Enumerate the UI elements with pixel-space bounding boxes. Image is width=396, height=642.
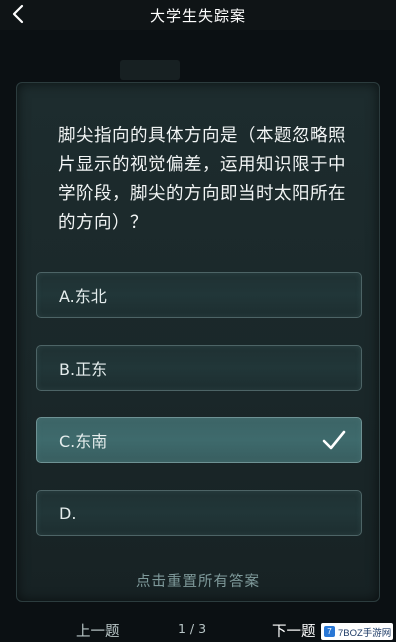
next-question-button[interactable]: 下一题 <box>272 620 316 641</box>
option-label: C.东南 <box>59 432 108 451</box>
prev-question-button[interactable]: 上一题 <box>76 620 120 641</box>
option-d[interactable]: D. <box>36 490 362 536</box>
question-text: 脚尖指向的具体方向是（本题忽略照片显示的视觉偏差，运用知识限于中学阶段，脚尖的方… <box>58 126 346 233</box>
watermark-text: 7BOZ手游网 <box>338 627 392 639</box>
back-button[interactable] <box>6 2 30 26</box>
option-b[interactable]: B.正东 <box>36 345 362 391</box>
page-indicator: 1 / 3 <box>178 621 207 636</box>
reset-answers-button[interactable]: 点击重置所有答案 <box>0 570 396 591</box>
option-label: A.东北 <box>59 287 107 306</box>
chevron-left-icon <box>12 4 24 24</box>
option-a[interactable]: A.东北 <box>36 272 362 318</box>
page-title: 大学生失踪案 <box>149 6 246 25</box>
option-label: D. <box>59 503 77 523</box>
checkmark-icon <box>322 430 346 450</box>
option-label: B.正东 <box>59 360 108 379</box>
watermark-logo-icon: 7 <box>324 626 335 637</box>
option-c[interactable]: C.东南 <box>36 417 362 463</box>
background-decoration <box>120 60 180 80</box>
top-bar: 大学生失踪案 <box>0 0 396 30</box>
site-watermark: 7 7BOZ手游网 <box>321 623 393 640</box>
